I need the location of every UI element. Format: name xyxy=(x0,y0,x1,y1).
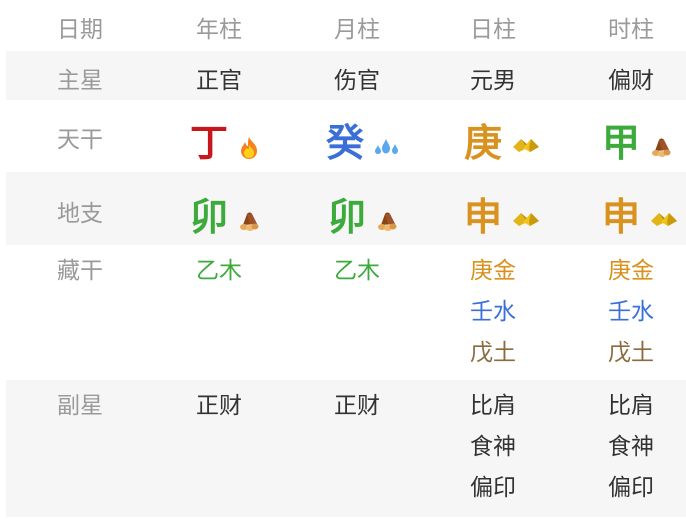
heavenly-stem-day: 庚 xyxy=(464,112,554,167)
secondary-star-item: 比肩 xyxy=(470,393,516,419)
hidden-stems-hour: 庚金 壬水 戊土 xyxy=(596,251,666,374)
heavenly-stem-row: 天干 丁 癸 庚 甲 xyxy=(6,100,686,172)
wood-logs-icon xyxy=(650,136,674,157)
earthly-branch-hour: 申 xyxy=(602,186,686,241)
main-star-day: 元男 xyxy=(470,68,516,94)
hidden-stem-item: 乙木 xyxy=(334,258,380,284)
gold-pyramid-icon xyxy=(512,136,540,156)
hidden-stem-item: 庚金 xyxy=(470,258,516,284)
row-label-secondary-star: 副星 xyxy=(57,393,103,419)
hidden-stem-item: 乙木 xyxy=(196,258,242,284)
header-row: 日期 年柱 月柱 日柱 时柱 xyxy=(6,0,686,51)
fire-icon xyxy=(238,136,262,159)
main-star-year: 正官 xyxy=(196,68,242,94)
row-label-main-star: 主星 xyxy=(57,68,103,94)
earthly-branch-month: 卯 xyxy=(328,186,418,241)
header-label-date: 日期 xyxy=(57,17,103,43)
stem-char: 丁 xyxy=(190,121,229,165)
secondary-star-item: 正财 xyxy=(196,393,242,419)
hidden-stem-item: 壬水 xyxy=(608,299,654,325)
branch-char: 卯 xyxy=(190,195,229,239)
hidden-stems-day: 庚金 壬水 戊土 xyxy=(458,251,528,374)
stem-char: 庚 xyxy=(464,121,503,165)
secondary-star-month: 正财 xyxy=(322,386,392,427)
heavenly-stem-month: 癸 xyxy=(326,112,416,167)
row-label-earthly-branch: 地支 xyxy=(57,201,103,227)
branch-char: 申 xyxy=(602,195,641,239)
main-star-row: 主星 正官 伤官 元男 偏财 xyxy=(6,51,686,100)
secondary-star-item: 正财 xyxy=(334,393,380,419)
heavenly-stem-year: 丁 xyxy=(190,112,280,167)
water-drops-icon xyxy=(374,136,399,156)
secondary-star-year: 正财 xyxy=(184,386,254,427)
header-year-pillar: 年柱 xyxy=(196,17,242,43)
hidden-stems-row: 藏干 乙木 乙木 庚金 壬水 戊土 庚金 壬水 戊土 xyxy=(6,245,686,380)
secondary-star-hour: 比肩 食神 偏印 xyxy=(596,386,666,509)
secondary-star-row: 副星 正财 正财 比肩 食神 偏印 比肩 食神 偏印 xyxy=(6,380,686,517)
hidden-stem-item: 庚金 xyxy=(608,258,654,284)
hidden-stems-year: 乙木 xyxy=(184,251,254,292)
wood-logs-icon xyxy=(376,210,400,231)
heavenly-stem-hour: 甲 xyxy=(602,112,686,167)
gold-pyramid-icon xyxy=(512,210,540,230)
hidden-stem-item: 戊土 xyxy=(608,340,654,366)
hidden-stems-month: 乙木 xyxy=(322,251,392,292)
gold-pyramid-icon xyxy=(650,210,678,230)
row-label-hidden-stems: 藏干 xyxy=(57,258,103,284)
earthly-branch-day: 申 xyxy=(464,186,554,241)
secondary-star-item: 偏印 xyxy=(470,475,516,501)
hidden-stem-item: 戊土 xyxy=(470,340,516,366)
main-star-month: 伤官 xyxy=(334,68,380,94)
branch-char: 申 xyxy=(464,195,503,239)
header-hour-pillar: 时柱 xyxy=(608,17,654,43)
header-day-pillar: 日柱 xyxy=(470,17,516,43)
header-month-pillar: 月柱 xyxy=(334,17,380,43)
wood-logs-icon xyxy=(238,210,262,231)
secondary-star-item: 偏印 xyxy=(608,475,654,501)
secondary-star-item: 食神 xyxy=(470,434,516,460)
secondary-star-item: 食神 xyxy=(608,434,654,460)
stem-char: 甲 xyxy=(602,121,641,165)
row-label-heavenly-stem: 天干 xyxy=(57,127,103,153)
main-star-hour: 偏财 xyxy=(608,68,654,94)
branch-char: 卯 xyxy=(328,195,367,239)
secondary-star-day: 比肩 食神 偏印 xyxy=(458,386,528,509)
hidden-stem-item: 壬水 xyxy=(470,299,516,325)
earthly-branch-year: 卯 xyxy=(190,186,280,241)
stem-char: 癸 xyxy=(326,121,365,165)
earthly-branch-row: 地支 卯 卯 申 申 xyxy=(6,172,686,245)
secondary-star-item: 比肩 xyxy=(608,393,654,419)
